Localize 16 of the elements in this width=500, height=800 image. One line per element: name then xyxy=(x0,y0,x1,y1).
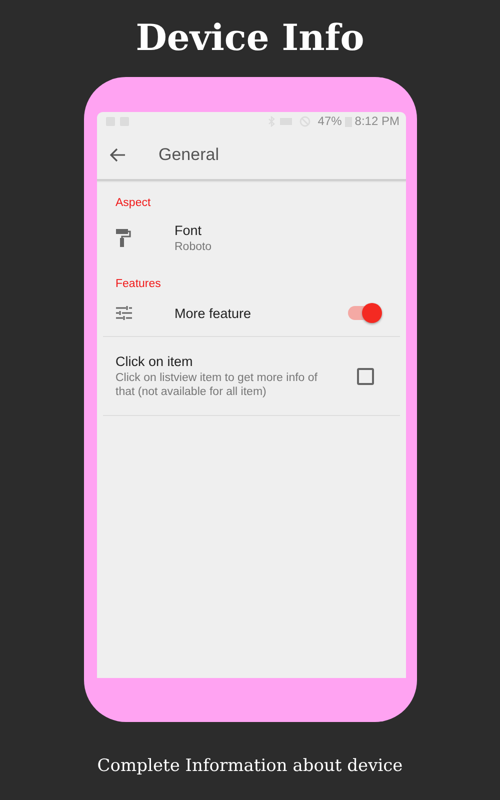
checkbox[interactable] xyxy=(356,368,374,384)
setting-description: Roboto xyxy=(174,240,213,254)
setting-title: Click on item xyxy=(116,354,194,368)
setting-description: Click on listview item to get more info of that (not available for all item) xyxy=(116,370,318,398)
battery-percent: 47% xyxy=(318,114,342,128)
caption: Complete Information about device xyxy=(97,756,403,776)
section-header: Features xyxy=(114,277,162,290)
section-header: Aspect xyxy=(114,196,152,209)
setting-title: More feature xyxy=(174,306,252,320)
toolbar-title: General xyxy=(158,144,219,164)
setting-title: Font xyxy=(174,222,203,238)
back-icon[interactable] xyxy=(110,148,126,162)
clock-time: 8:12 PM xyxy=(354,114,400,128)
headline: Device Info xyxy=(136,16,364,60)
paint-roller-icon xyxy=(114,228,130,248)
sliders-icon xyxy=(114,305,132,321)
